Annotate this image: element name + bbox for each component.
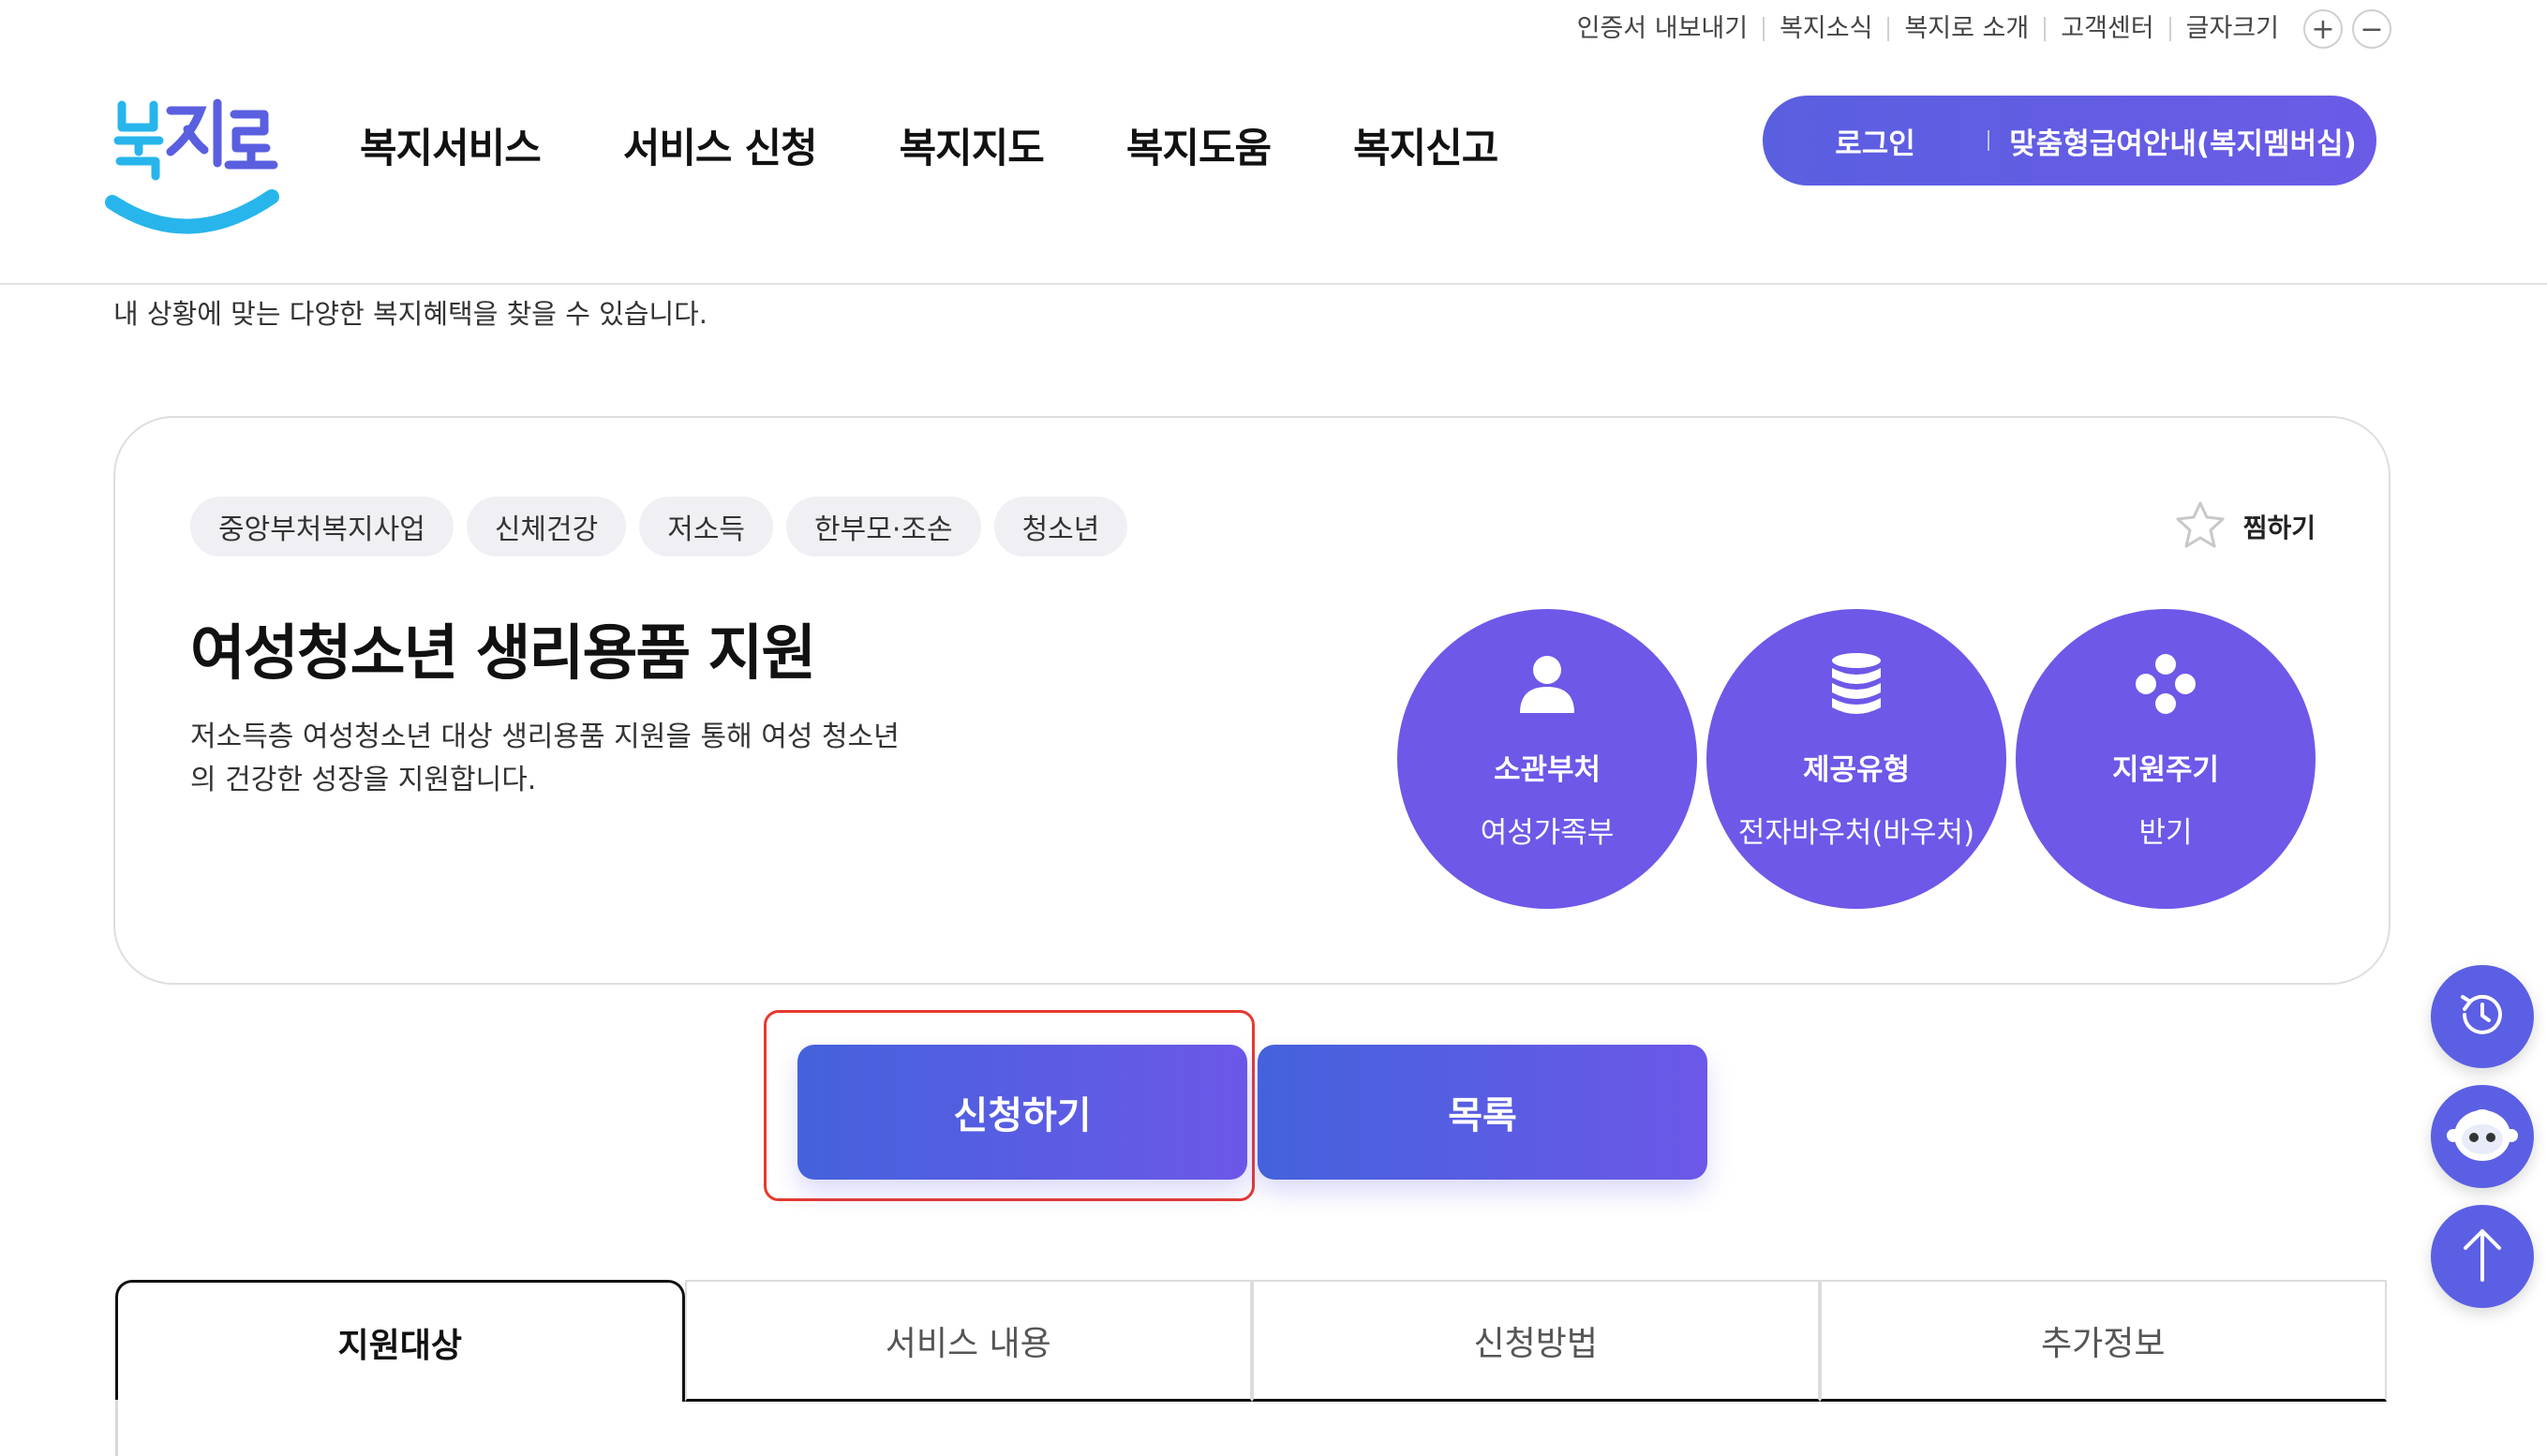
info-label: 제공유형 [1802, 753, 1911, 787]
tab-eligibility[interactable]: 지원대상 [115, 1280, 685, 1402]
apply-button[interactable]: 신청하기 [797, 1045, 1247, 1180]
arrow-up-icon [2456, 1226, 2509, 1287]
utility-link-certificate-export[interactable]: 인증서 내보내기 [1562, 16, 1763, 41]
tag-item[interactable]: 신체건강 [466, 497, 627, 557]
utility-link-about[interactable]: 복지로 소개 [1887, 16, 2044, 41]
star-icon [2174, 499, 2227, 554]
info-circle-support-cycle: 지원주기 반기 [2016, 609, 2316, 909]
tag-list: 중앙부처복지사업 신체건강 저소득 한부모·조손 청소년 [190, 497, 1140, 557]
page-subtitle: 내 상황에 맞는 다양한 복지혜택을 찾을 수 있습니다. [113, 298, 708, 330]
account-pill: 로그인 맞춤형급여안내(복지멤버십) [1763, 96, 2376, 186]
nav-welfare-help[interactable]: 복지도움 [1126, 116, 1272, 174]
font-size-decrease-button[interactable]: − [2352, 9, 2391, 49]
header-divider [0, 283, 2547, 285]
tab-panel-border [115, 1400, 118, 1456]
detail-tabs: 지원대상 서비스 내용 신청방법 추가정보 [115, 1280, 2387, 1402]
membership-button[interactable]: 맞춤형급여안내(복지멤버십) [1989, 120, 2376, 162]
nav-welfare-map[interactable]: 복지지도 [900, 116, 1045, 174]
database-icon [1830, 648, 1883, 720]
utility-link-news[interactable]: 복지소식 [1763, 16, 1887, 41]
service-card: 중앙부처복지사업 신체건강 저소득 한부모·조손 청소년 찜하기 여성청소년 생… [113, 416, 2391, 985]
favorite-label: 찜하기 [2242, 513, 2316, 543]
utility-bar: 인증서 내보내기 복지소식 복지로 소개 고객센터 글자크기 + − [1562, 9, 2391, 49]
scroll-top-button[interactable] [2431, 1205, 2534, 1308]
tag-item[interactable]: 저소득 [639, 497, 774, 557]
diamond-dots-icon [2133, 648, 2198, 720]
tab-service-content[interactable]: 서비스 내용 [684, 1280, 1252, 1402]
info-circle-provision-type: 제공유형 전자바우처(바우처) [1706, 609, 2006, 909]
tag-item[interactable]: 청소년 [993, 497, 1128, 557]
font-size-label: 글자크기 [2168, 16, 2294, 41]
info-value: 반기 [2138, 816, 2193, 850]
list-button[interactable]: 목록 [1258, 1045, 1707, 1180]
recent-history-button[interactable] [2431, 965, 2534, 1068]
utility-link-customer-center[interactable]: 고객센터 [2044, 16, 2168, 41]
service-title: 여성청소년 생리용품 지원 [190, 619, 816, 689]
chatbot-button[interactable] [2431, 1085, 2534, 1188]
person-icon [1514, 648, 1580, 720]
nav-welfare-report[interactable]: 복지신고 [1353, 116, 1498, 174]
info-value: 전자바우처(바우처) [1737, 816, 1975, 850]
bokjiro-logo[interactable] [105, 86, 283, 255]
nav-service-application[interactable]: 서비스 신청 [623, 116, 818, 174]
info-value: 여성가족부 [1480, 816, 1615, 850]
tab-additional-info[interactable]: 추가정보 [1819, 1280, 2387, 1402]
nav-welfare-services[interactable]: 복지서비스 [360, 116, 542, 174]
font-size-increase-button[interactable]: + [2303, 9, 2343, 49]
service-description: 저소득층 여성청소년 대상 생리용품 지원을 통해 여성 청소년의 건강한 성장… [190, 721, 900, 796]
service-info-list: 소관부처 여성가족부 제공유형 전자바우처(바우처) 지원주기 반기 [1397, 609, 2325, 909]
info-circle-department: 소관부처 여성가족부 [1397, 609, 1697, 909]
login-button[interactable]: 로그인 [1763, 120, 1988, 162]
info-label: 소관부처 [1493, 753, 1601, 787]
main-navigation: 복지서비스 서비스 신청 복지지도 복지도움 복지신고 [360, 116, 1580, 174]
tab-application-method[interactable]: 신청방법 [1252, 1280, 1820, 1402]
tag-item[interactable]: 중앙부처복지사업 [190, 497, 454, 557]
info-label: 지원주기 [2111, 753, 2220, 787]
favorite-button[interactable]: 찜하기 [2174, 497, 2316, 557]
tag-item[interactable]: 한부모·조손 [786, 497, 981, 557]
history-icon [2453, 986, 2511, 1047]
chatbot-robot-icon [2442, 1094, 2523, 1179]
